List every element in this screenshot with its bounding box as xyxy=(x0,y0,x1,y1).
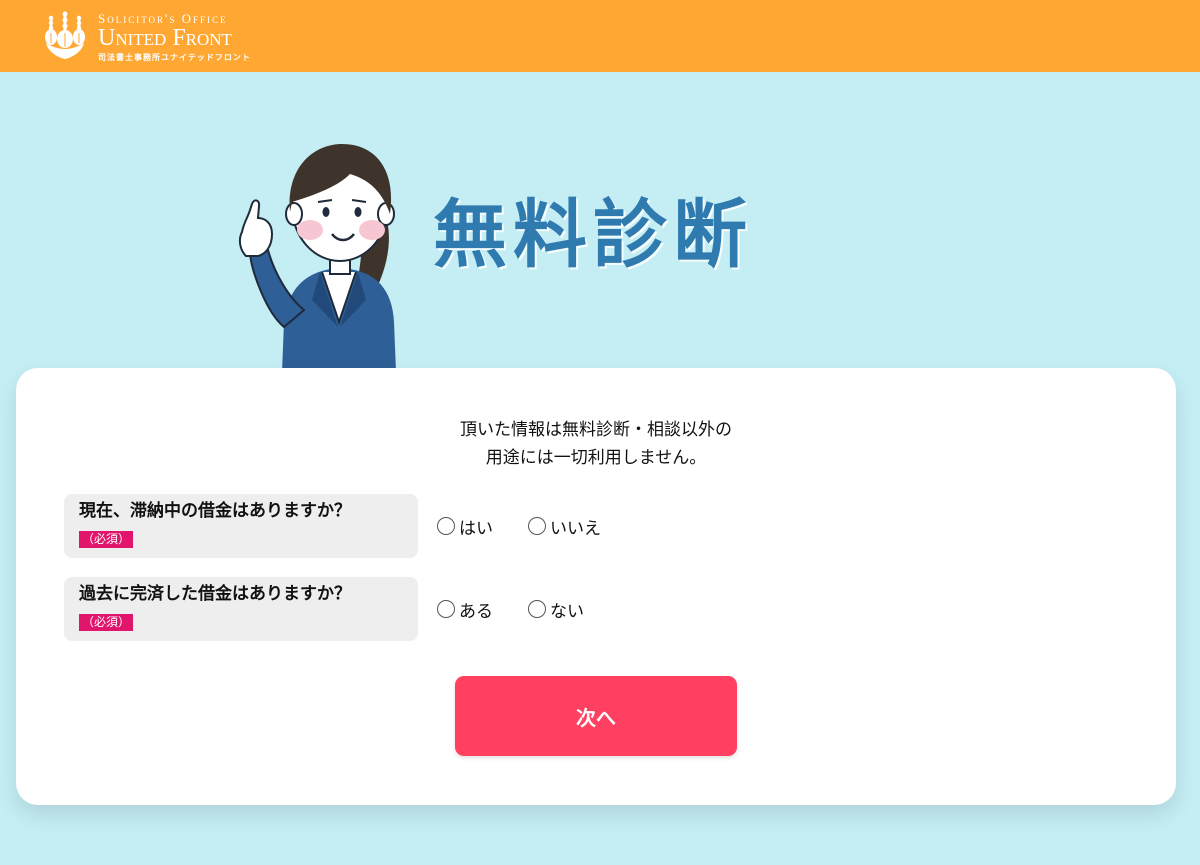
privacy-notice-line1: 頂いた情報は無料診断・相談以外の xyxy=(460,420,732,440)
site-logo[interactable]: Solicitor's Office United Front 司法書士事務所ユ… xyxy=(38,8,278,64)
option-label: はい xyxy=(459,518,493,539)
radio-button[interactable] xyxy=(437,600,455,618)
radio-button[interactable] xyxy=(528,600,546,618)
question-label-box: 現在、滞納中の借金はありますか？ （必須） xyxy=(64,494,418,558)
required-badge: （必須） xyxy=(79,614,134,631)
radio-button[interactable] xyxy=(437,517,455,535)
question-text: 過去に完済した借金はありますか？ xyxy=(79,584,351,604)
question-row-current-debt: 現在、滞納中の借金はありますか？ （必須） はい いいえ xyxy=(64,494,1124,558)
hero-section: 無料診断 xyxy=(0,72,1200,372)
question-text: 現在、滞納中の借金はありますか？ xyxy=(79,501,351,521)
logo-name: United Front xyxy=(98,25,232,51)
option-label: いいえ xyxy=(550,518,601,539)
option-label: ある xyxy=(459,601,493,622)
privacy-notice: 頂いた情報は無料診断・相談以外の 用途には一切利用しません。 xyxy=(16,416,1176,472)
privacy-notice-line2: 用途には一切利用しません。 xyxy=(485,448,707,468)
next-button[interactable]: 次へ xyxy=(455,676,737,756)
logo-japanese-name: 司法書士事務所ユナイテッドフロント xyxy=(98,52,251,62)
option-label: ない xyxy=(550,601,584,622)
option-no[interactable]: ない xyxy=(528,597,584,622)
question-row-repaid-debt: 過去に完済した借金はありますか？ （必須） ある ない xyxy=(64,577,1124,641)
option-yes[interactable]: ある xyxy=(437,597,493,622)
option-no[interactable]: いいえ xyxy=(528,514,601,539)
radio-button[interactable] xyxy=(528,517,546,535)
diagnosis-form-card: 頂いた情報は無料診断・相談以外の 用途には一切利用しません。 現在、滞納中の借金… xyxy=(16,368,1176,805)
woman-pointing-illustration xyxy=(238,144,396,372)
required-badge: （必須） xyxy=(79,531,134,548)
question-label-box: 過去に完済した借金はありますか？ （必須） xyxy=(64,577,418,641)
site-header: Solicitor's Office United Front 司法書士事務所ユ… xyxy=(0,0,1200,72)
option-yes[interactable]: はい xyxy=(437,514,493,539)
paulownia-crest-icon xyxy=(45,11,85,59)
page-title: 無料診断 xyxy=(433,192,753,278)
